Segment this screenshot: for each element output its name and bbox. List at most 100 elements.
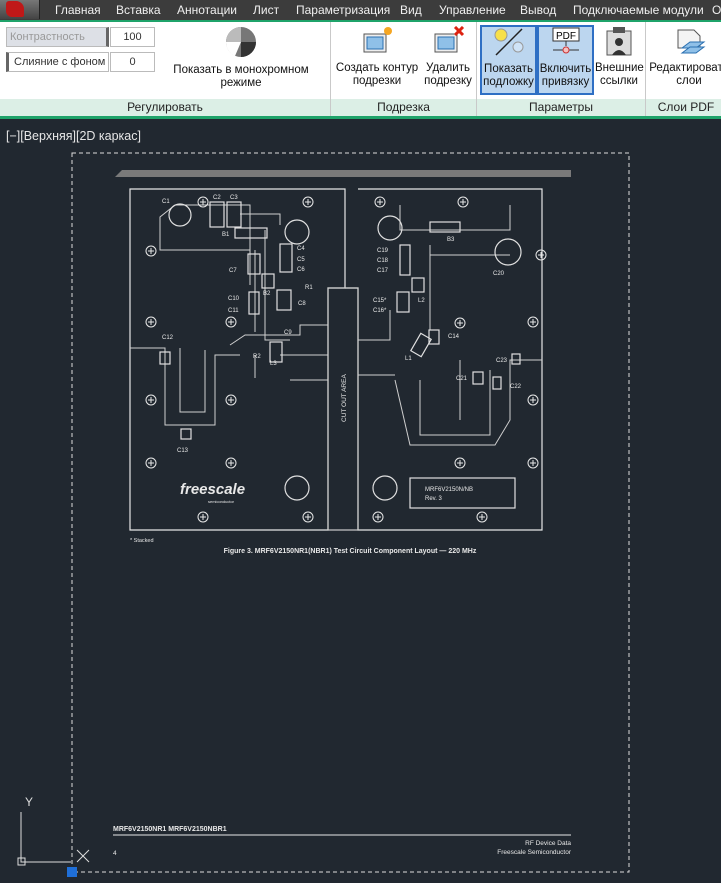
label-c4: C4 [297, 246, 305, 252]
edit-layers-button[interactable]: Редактировать слои [649, 26, 721, 88]
underlay-grip[interactable] [67, 867, 77, 877]
panel-adjust-label: Регулировать [0, 99, 330, 116]
menu-home[interactable]: Главная [55, 3, 101, 17]
show-underlay-label-1: Показать [484, 63, 533, 75]
mounting-hole-cross [228, 460, 234, 466]
label-c17: C17 [377, 268, 389, 274]
traces [130, 204, 542, 446]
label-c13: C13 [177, 448, 189, 454]
external-references-button[interactable]: Внешние ссылки [595, 26, 644, 88]
enable-snap-label-1: Включить [539, 63, 592, 75]
page-number: 4 [113, 850, 117, 857]
label-c10: C10 [228, 296, 240, 302]
create-clip-button[interactable]: Создать контур подрезки [334, 26, 420, 88]
mounting-hole-cross [148, 460, 154, 466]
label-l3: L3 [270, 361, 277, 367]
menu-parametric[interactable]: Параметризация [296, 3, 390, 17]
delete-clip-icon [434, 26, 465, 53]
show-underlay-button[interactable]: Показать подложку [480, 25, 537, 95]
mounting-hole-cross [200, 199, 206, 205]
mounting-hole-cross [457, 320, 463, 326]
menu-insert[interactable]: Вставка [116, 3, 161, 17]
label-c2: C2 [213, 195, 221, 201]
freescale-logo-sub: semiconductor [208, 499, 235, 504]
menu-bar: Главная Вставка Аннотации Лист Параметри… [0, 0, 721, 20]
board-label-rev: Rev. 3 [425, 496, 443, 502]
ribbon: Контрастность 100 Слияние с фоном 0 Пока… [0, 20, 721, 119]
stacked-note: * Stacked [130, 538, 154, 544]
footer-part-numbers: MRF6V2150NR1 MRF6V2150NBR1 [113, 826, 227, 833]
mounting-hole-cross [148, 248, 154, 254]
pdf-icon-text: PDF [556, 31, 576, 42]
cutout-label: CUT OUT AREA [341, 374, 348, 422]
menu-layout[interactable]: Лист [253, 3, 279, 17]
fade-slider[interactable]: Слияние с фоном [6, 52, 109, 72]
pdf-snap-icon: PDF [552, 27, 579, 54]
mounting-hole-cross [538, 252, 544, 258]
delete-clip-label-2: подрезку [424, 75, 472, 87]
menu-more[interactable]: О [712, 3, 721, 17]
label-c19: C19 [377, 248, 389, 254]
label-c16: C16* [373, 308, 387, 314]
contrast-slider[interactable]: Контрастность [6, 27, 109, 47]
panel-clip-label: Подрезка [331, 99, 476, 116]
mounting-hole-cross [479, 514, 485, 520]
show-underlay-label-2: подложку [483, 76, 534, 88]
delete-clip-button[interactable]: Удалить подрезку [421, 26, 475, 88]
mounting-hole-cross [228, 319, 234, 325]
enable-snap-label-2: привязку [541, 76, 590, 88]
figure-caption: Figure 3. MRF6V2150NR1(NBR1) Test Circui… [224, 548, 477, 555]
menu-view[interactable]: Вид [400, 3, 422, 17]
mounting-hole-cross [148, 397, 154, 403]
edit-layers-icon [677, 29, 706, 54]
mounting-holes [145, 196, 547, 523]
autocad-logo-icon [6, 1, 24, 17]
label-b2: B2 [263, 291, 271, 297]
label-c15: C15* [373, 298, 387, 304]
mounting-hole-cross [305, 514, 311, 520]
label-c21: C21 [456, 376, 468, 382]
mounting-hole-cross [305, 199, 311, 205]
label-l1: L1 [405, 356, 412, 362]
fade-value-input[interactable]: 0 [110, 52, 155, 72]
label-r2: R2 [253, 354, 261, 360]
ucs-icon: Y [17, 795, 90, 866]
application-menu-button[interactable] [0, 0, 40, 19]
label-c5: C5 [297, 257, 305, 263]
panel-clip: Создать контур подрезки Удалить подрезку… [331, 22, 477, 116]
show-underlay-icon [494, 28, 523, 56]
label-c12: C12 [162, 335, 174, 341]
ucs-y-label: Y [25, 795, 33, 809]
label-c7: C7 [229, 268, 237, 274]
edit-layers-label-1: Редактировать [649, 62, 721, 74]
mounting-hole-cross [375, 514, 381, 520]
label-c18: C18 [377, 258, 389, 264]
monochrome-button[interactable]: Показать в монохромном режиме [156, 26, 326, 90]
label-c23: C23 [496, 358, 508, 364]
label-c22: C22 [510, 384, 522, 390]
menu-manage[interactable]: Управление [439, 3, 506, 17]
create-clip-label-2: подрезки [352, 75, 402, 87]
menu-output[interactable]: Вывод [520, 3, 556, 17]
pdf-underlay-frame[interactable] [71, 152, 630, 873]
mounting-hole-cross [457, 460, 463, 466]
menu-annotate[interactable]: Аннотации [177, 3, 237, 17]
enable-snap-button[interactable]: PDF Включить привязку [537, 25, 594, 95]
components-outlines [159, 201, 522, 509]
mounting-hole-cross [530, 397, 536, 403]
external-references-icon [606, 27, 632, 56]
contrast-value-input[interactable]: 100 [110, 27, 155, 47]
menu-plugins[interactable]: Подключаемые модули [573, 3, 704, 17]
monochrome-icon [225, 27, 256, 57]
panel-options-label: Параметры [477, 99, 645, 116]
drawing-area[interactable]: C1 C2 C3 B1 C4 C5 C6 C7 B2 R1 C10 C11 C8… [0, 120, 721, 883]
label-c9: C9 [284, 330, 292, 336]
monochrome-label: Показать в монохромном режиме [173, 64, 309, 89]
pcb-boards [129, 188, 543, 531]
mounting-hole-cross [530, 460, 536, 466]
label-c6: C6 [297, 267, 305, 273]
mounting-hole-cross [460, 199, 466, 205]
mounting-hole-cross [148, 319, 154, 325]
mounting-hole-cross [200, 514, 206, 520]
external-references-label-2: ссылки [600, 75, 638, 87]
